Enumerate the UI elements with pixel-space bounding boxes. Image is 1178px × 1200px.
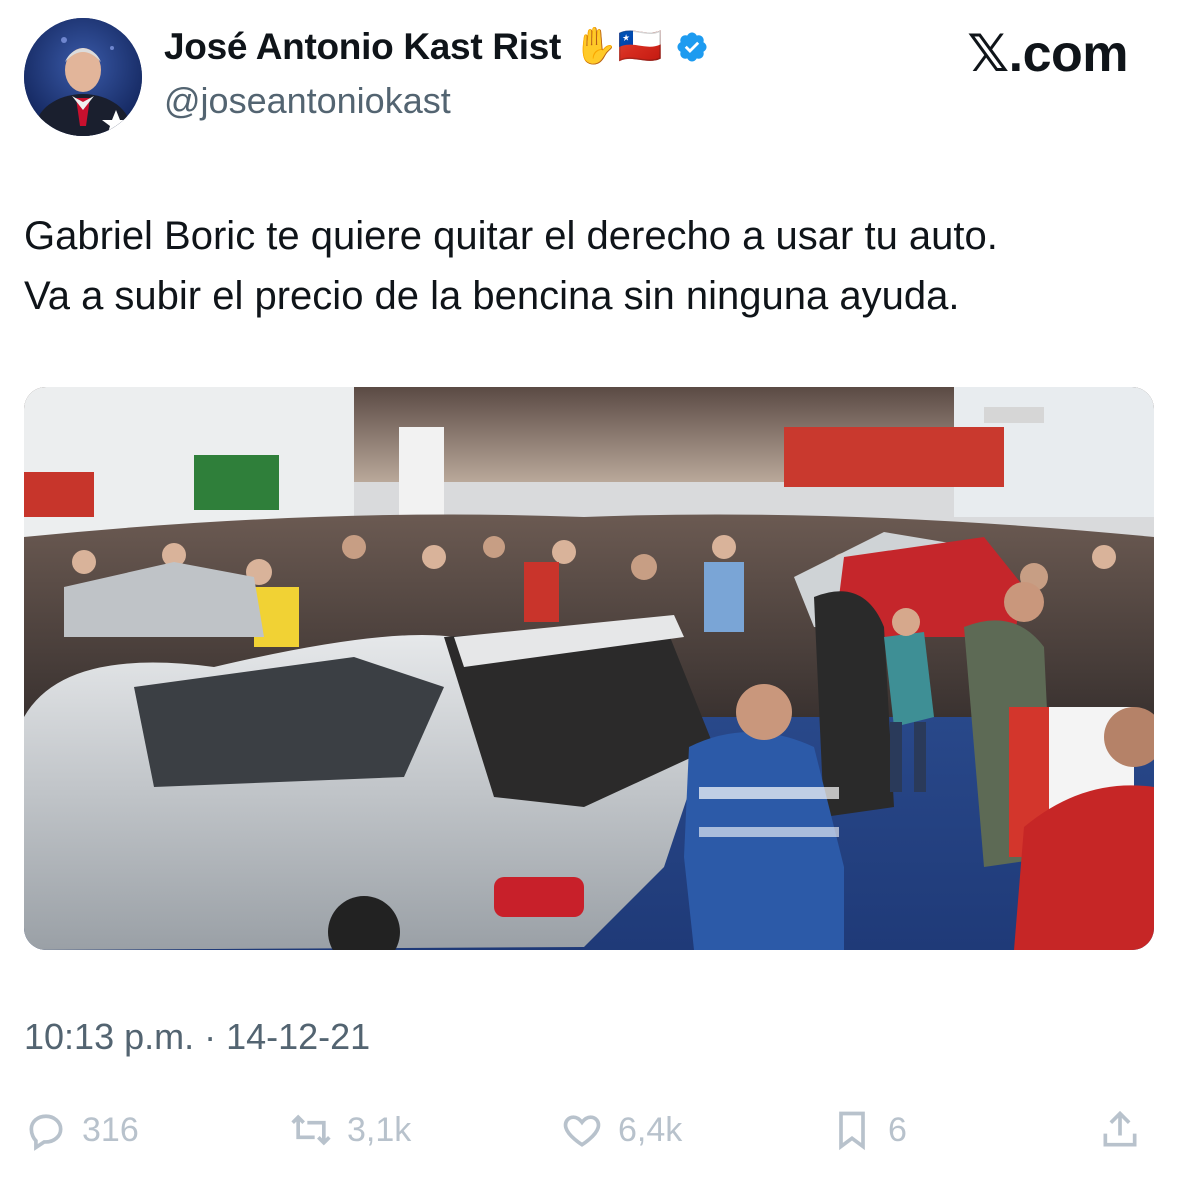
brand-logo: 𝕏.com	[967, 24, 1128, 84]
tweet-line-2: Va a subir el precio de la bencina sin n…	[24, 274, 960, 318]
tweet-text: Gabriel Boric te quiere quitar el derech…	[24, 206, 1154, 326]
tweet-actions: 316 3,1k 6,4k 6	[24, 1100, 1154, 1160]
tweet-timestamp[interactable]: 10:13 p.m. · 14-12-21	[24, 1016, 370, 1058]
like-count: 6,4k	[618, 1110, 683, 1149]
verified-badge-icon	[677, 32, 707, 62]
tweet-media-photo[interactable]	[24, 387, 1154, 950]
author-emojis: ✋🇨🇱	[573, 26, 663, 67]
reply-count: 316	[82, 1110, 139, 1149]
reply-button[interactable]: 316	[24, 1100, 139, 1160]
like-button[interactable]: 6,4k	[560, 1100, 682, 1160]
bookmark-count: 6	[888, 1110, 907, 1149]
like-icon	[563, 1115, 601, 1147]
avatar[interactable]	[24, 18, 142, 136]
repost-button[interactable]: 3,1k	[289, 1100, 411, 1160]
author-name[interactable]: José Antonio Kast Rist	[164, 26, 561, 68]
x-logo-icon: 𝕏	[967, 24, 1009, 84]
author-handle[interactable]: @joseantoniokast	[164, 80, 451, 122]
tweet-line-1: Gabriel Boric te quiere quitar el derech…	[24, 214, 998, 258]
author-name-row: José Antonio Kast Rist ✋🇨🇱	[164, 26, 709, 68]
bookmark-icon	[839, 1111, 865, 1151]
repost-count: 3,1k	[347, 1110, 412, 1149]
share-icon	[1103, 1110, 1137, 1147]
share-button[interactable]	[1098, 1100, 1142, 1160]
repost-icon	[291, 1114, 331, 1146]
brand-domain: .com	[1008, 25, 1129, 83]
reply-icon	[29, 1114, 63, 1151]
bookmark-button[interactable]: 6	[830, 1100, 907, 1160]
